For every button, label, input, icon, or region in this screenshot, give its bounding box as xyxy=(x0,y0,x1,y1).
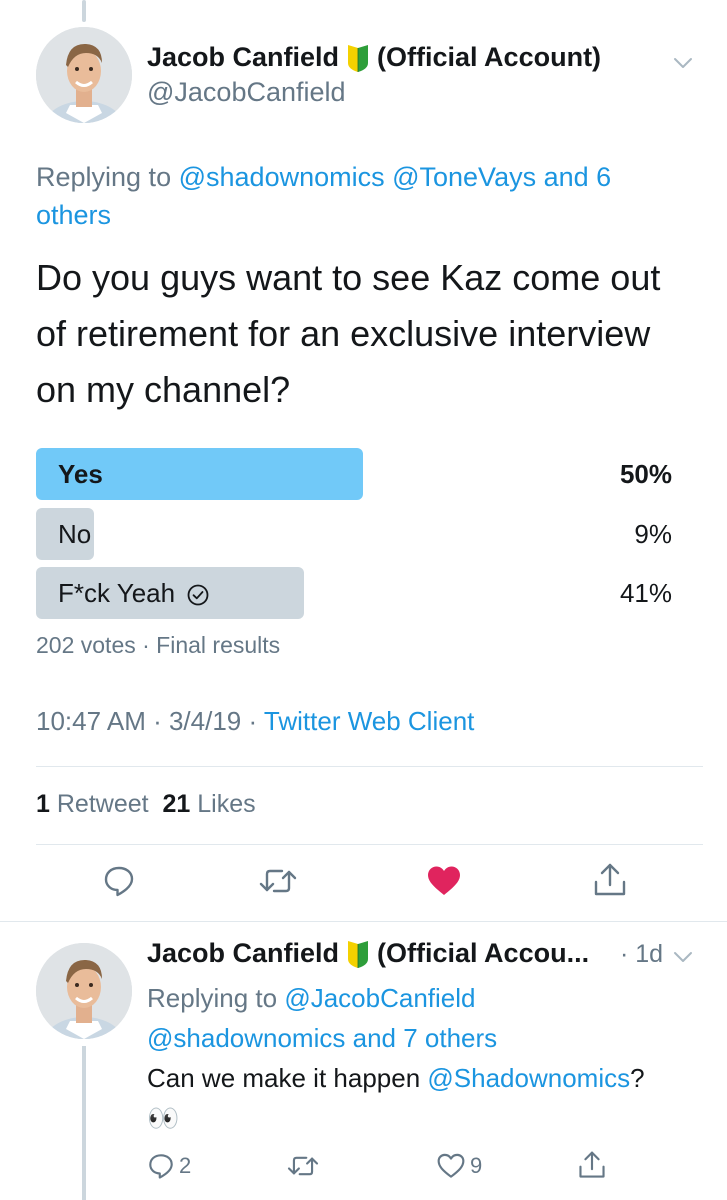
eyes-emoji: 👀 xyxy=(147,1103,180,1133)
reply-tweet-text: Can we make it happen @Shadownomics? 👀 xyxy=(147,1058,707,1138)
replying-to: Replying to @shadownomics @ToneVays and … xyxy=(36,158,676,234)
check-circle-icon xyxy=(187,584,209,606)
japanese-beginner-badge-icon xyxy=(348,940,369,968)
reply-replying-to-user1-link[interactable]: @JacobCanfield xyxy=(284,983,475,1013)
like-button[interactable] xyxy=(426,864,462,898)
avatar[interactable] xyxy=(36,27,132,123)
reply-display-name-row[interactable]: Jacob Canfield (Official Accou... xyxy=(147,938,589,969)
display-name[interactable]: Jacob Canfield xyxy=(147,42,339,73)
reply-icon xyxy=(149,1154,173,1179)
share-icon xyxy=(594,863,626,896)
reply-display-name-suffix: (Official Accou... xyxy=(377,938,590,968)
thread-connector-line xyxy=(82,0,86,22)
user-handle[interactable]: @JacobCanfield xyxy=(147,77,346,108)
poll-label-fck-yeah: F*ck Yeah xyxy=(58,578,176,608)
reply-replying-to-user2-link[interactable]: @shadownomics xyxy=(147,1023,345,1053)
avatar-image xyxy=(36,943,132,1039)
retweet-button[interactable] xyxy=(286,1152,320,1180)
like-button[interactable]: 9 xyxy=(436,1152,482,1180)
reply-replying-to: Replying to @JacobCanfield @shadownomics… xyxy=(147,978,687,1058)
reply-text-mention-link[interactable]: @Shadownomics xyxy=(427,1063,630,1093)
reply-icon xyxy=(104,866,134,897)
poll-option-fck-yeah: F*ck Yeah 41% xyxy=(36,567,672,619)
avatar-image xyxy=(36,27,132,123)
like-count: 9 xyxy=(470,1153,483,1178)
reply-button[interactable] xyxy=(102,864,136,898)
replying-to-others-link[interactable]: others xyxy=(36,200,111,230)
like-count[interactable]: 21 xyxy=(162,790,190,818)
share-icon xyxy=(579,1151,605,1178)
reply-age[interactable]: · 1d xyxy=(620,940,663,969)
share-button[interactable] xyxy=(578,1150,606,1180)
chevron-down-icon[interactable] xyxy=(670,50,696,76)
tweet-timestamp: 10:47 AM · 3/4/19 · Twitter Web Client xyxy=(36,706,474,737)
reply-text-suffix: ? xyxy=(630,1063,645,1093)
retweet-count[interactable]: 1 xyxy=(36,790,50,818)
thread-connector-line xyxy=(82,1046,86,1200)
reply-replying-to-label: Replying to xyxy=(147,983,278,1013)
reply-replying-to-others-link[interactable]: and 7 others xyxy=(353,1023,498,1053)
replying-to-and-link[interactable]: and 6 xyxy=(544,162,612,192)
retweet-button[interactable] xyxy=(258,864,298,898)
reply-display-name[interactable]: Jacob Canfield xyxy=(147,938,339,969)
retweet-label[interactable]: Retweet xyxy=(57,790,149,818)
heart-filled-icon xyxy=(428,866,460,895)
retweet-icon xyxy=(259,869,297,893)
poll-percent-yes: 50% xyxy=(619,459,672,489)
display-name-suffix: (Official Account) xyxy=(377,42,602,72)
heart-outline-icon xyxy=(437,1153,465,1178)
chevron-down-icon[interactable] xyxy=(670,944,696,970)
reply-count: 2 xyxy=(179,1153,192,1178)
display-name-row[interactable]: Jacob Canfield (Official Account) xyxy=(147,42,601,73)
retweet-icon xyxy=(287,1156,319,1176)
tweet-text: Do you guys want to see Kaz come out of … xyxy=(36,257,661,410)
divider xyxy=(36,844,703,845)
poll-summary: 202 votes · Final results xyxy=(36,632,281,658)
replying-to-label: Replying to xyxy=(36,162,172,192)
poll-label-fck-yeah-wrap: F*ck Yeah xyxy=(58,567,210,619)
replying-to-users-link[interactable]: @shadownomics @ToneVays xyxy=(179,162,536,192)
tweet-time[interactable]: 10:47 AM · 3/4/19 · xyxy=(36,706,257,736)
poll-percent-fck-yeah: 41% xyxy=(619,578,672,608)
poll-label-no: No xyxy=(58,519,92,549)
share-button[interactable] xyxy=(593,862,627,898)
divider xyxy=(0,921,727,922)
reply-text-prefix: Can we make it happen xyxy=(147,1063,421,1093)
avatar[interactable] xyxy=(36,943,132,1039)
tweet-client-link[interactable]: Twitter Web Client xyxy=(264,706,474,736)
reply-button[interactable]: 2 xyxy=(147,1152,191,1180)
tweet-stats: 1 Retweet 21 Likes xyxy=(36,790,256,819)
japanese-beginner-badge-icon xyxy=(348,44,369,72)
poll-option-yes: Yes 50% xyxy=(36,448,672,500)
divider xyxy=(36,766,703,767)
poll-percent-no: 9% xyxy=(634,519,672,549)
like-label[interactable]: Likes xyxy=(197,790,255,818)
poll-option-no: No 9% xyxy=(36,508,672,560)
poll-label-yes: Yes xyxy=(58,459,103,489)
